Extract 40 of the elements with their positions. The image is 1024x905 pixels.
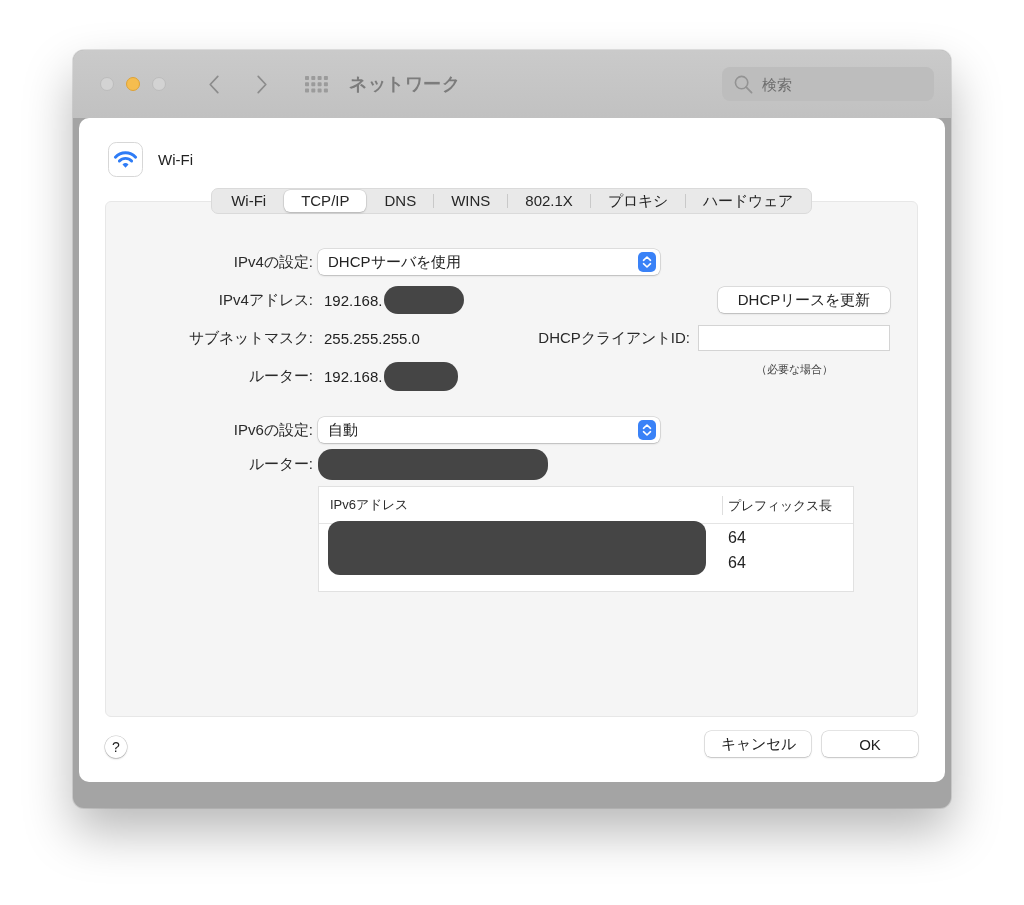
table-cell-text: 64 <box>727 528 746 547</box>
field-label: IPv6の設定: <box>233 420 313 440</box>
wifi-icon <box>108 142 143 177</box>
field-label: IPv4アドレス: <box>218 290 313 310</box>
tab[interactable]: WINS <box>434 190 508 212</box>
tab[interactable]: プロキシ <box>590 190 685 212</box>
search-icon <box>734 75 753 94</box>
client-id-field[interactable] <box>698 325 890 351</box>
tab[interactable]: 802.1X <box>508 190 590 212</box>
dropdown[interactable]: DHCPサーバを使用 <box>318 249 660 275</box>
field-label: DHCPクライアントID: <box>538 328 691 348</box>
grid-icon[interactable] <box>305 75 329 93</box>
field-label: ルーター: <box>248 455 313 474</box>
search-field[interactable]: 検索 <box>722 67 934 101</box>
field-label: サブネットマスク: <box>188 328 313 348</box>
window-title: ネットワーク <box>349 73 460 96</box>
hint-text: （必要な場合） <box>755 362 833 377</box>
field-value: 192.168. <box>324 291 383 309</box>
help-button[interactable]: ? <box>105 736 127 758</box>
tab[interactable]: Wi-Fi <box>214 190 284 212</box>
renew-lease-button[interactable]: DHCPリースを更新 <box>718 287 890 313</box>
field-value: 255.255.255.0 <box>324 329 420 347</box>
minimize-button[interactable] <box>126 77 140 91</box>
column-header[interactable]: IPv6アドレス <box>319 496 722 514</box>
field-value: 192.168. <box>324 367 383 385</box>
table-cell-text: 64 <box>727 553 746 572</box>
forward-chevron-icon[interactable] <box>256 74 268 94</box>
dialog-button[interactable]: OK <box>822 731 918 757</box>
tab[interactable]: ハードウェア <box>685 190 810 212</box>
field-label: IPv4の設定: <box>233 252 313 272</box>
tab[interactable]: DNS <box>367 190 434 212</box>
service-name: Wi-Fi <box>158 151 193 168</box>
dialog-button[interactable]: キャンセル <box>705 731 811 757</box>
back-chevron-icon[interactable] <box>208 74 220 94</box>
field-label: ルーター: <box>248 366 313 386</box>
stepper-icon <box>638 420 656 440</box>
dropdown[interactable]: 自動 <box>318 417 660 443</box>
column-header[interactable]: プレフィックス長 <box>722 495 832 515</box>
tab[interactable]: TCP/IP <box>284 190 367 212</box>
stepper-icon <box>638 252 656 272</box>
